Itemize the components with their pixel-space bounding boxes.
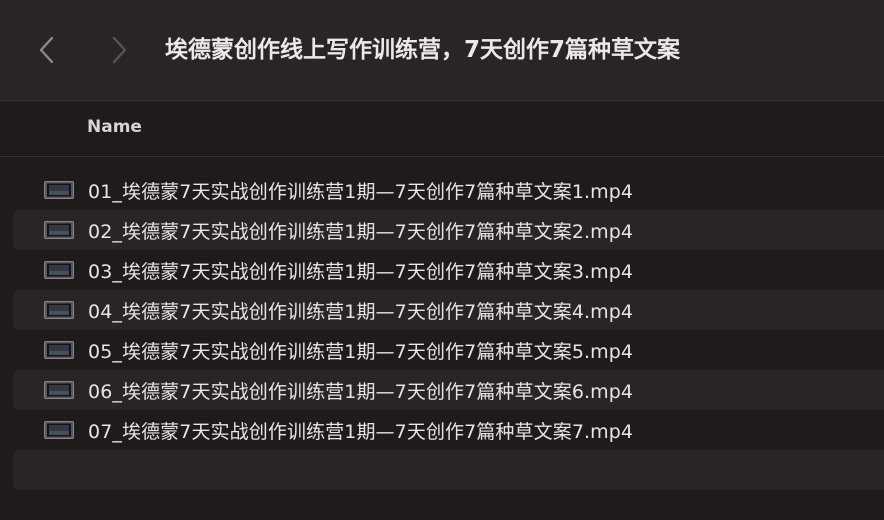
file-name: 02_埃德蒙7天实战创作训练营1期—7天创作7篇种草文案2.mp4: [88, 220, 634, 243]
chevron-right-icon: [112, 36, 127, 64]
window-title: 埃德蒙创作线上写作训练营，7天创作7篇种草文案: [165, 37, 681, 63]
video-file-icon: [44, 341, 74, 359]
forward-button[interactable]: [106, 30, 134, 70]
file-row[interactable]: 06_埃德蒙7天实战创作训练营1期—7天创作7篇种草文案6.mp4: [13, 370, 884, 410]
file-name: 05_埃德蒙7天实战创作训练营1期—7天创作7篇种草文案5.mp4: [88, 340, 634, 363]
file-row[interactable]: 04_埃德蒙7天实战创作训练营1期—7天创作7篇种草文案4.mp4: [13, 290, 884, 330]
file-name: 07_埃德蒙7天实战创作训练营1期—7天创作7篇种草文案7.mp4: [88, 420, 634, 443]
file-name: 03_埃德蒙7天实战创作训练营1期—7天创作7篇种草文案3.mp4: [88, 260, 634, 283]
list-column-header-bar: Name: [0, 101, 884, 157]
file-row[interactable]: 07_埃德蒙7天实战创作训练营1期—7天创作7篇种草文案7.mp4: [13, 410, 884, 450]
video-file-icon: [44, 221, 74, 239]
column-header-name[interactable]: Name: [87, 117, 142, 137]
video-file-icon: [44, 381, 74, 399]
file-row[interactable]: 02_埃德蒙7天实战创作训练营1期—7天创作7篇种草文案2.mp4: [13, 210, 884, 250]
file-row[interactable]: 05_埃德蒙7天实战创作训练营1期—7天创作7篇种草文案5.mp4: [13, 330, 884, 370]
file-name: 06_埃德蒙7天实战创作训练营1期—7天创作7篇种草文案6.mp4: [88, 380, 634, 403]
file-name: 04_埃德蒙7天实战创作训练营1期—7天创作7篇种草文案4.mp4: [88, 300, 634, 323]
video-file-icon: [44, 301, 74, 319]
file-row[interactable]: 01_埃德蒙7天实战创作训练营1期—7天创作7篇种草文案1.mp4: [13, 170, 884, 210]
video-file-icon: [44, 181, 74, 199]
finder-toolbar: 埃德蒙创作线上写作训练营，7天创作7篇种草文案: [0, 0, 884, 101]
back-button[interactable]: [32, 30, 60, 70]
file-name: 01_埃德蒙7天实战创作训练营1期—7天创作7篇种草文案1.mp4: [88, 180, 634, 203]
empty-row: [13, 450, 884, 490]
video-file-icon: [44, 421, 74, 439]
file-row[interactable]: 03_埃德蒙7天实战创作训练营1期—7天创作7篇种草文案3.mp4: [13, 250, 884, 290]
chevron-left-icon: [39, 36, 54, 64]
video-file-icon: [44, 261, 74, 279]
file-list: 01_埃德蒙7天实战创作训练营1期—7天创作7篇种草文案1.mp4 02_埃德蒙…: [13, 170, 884, 490]
